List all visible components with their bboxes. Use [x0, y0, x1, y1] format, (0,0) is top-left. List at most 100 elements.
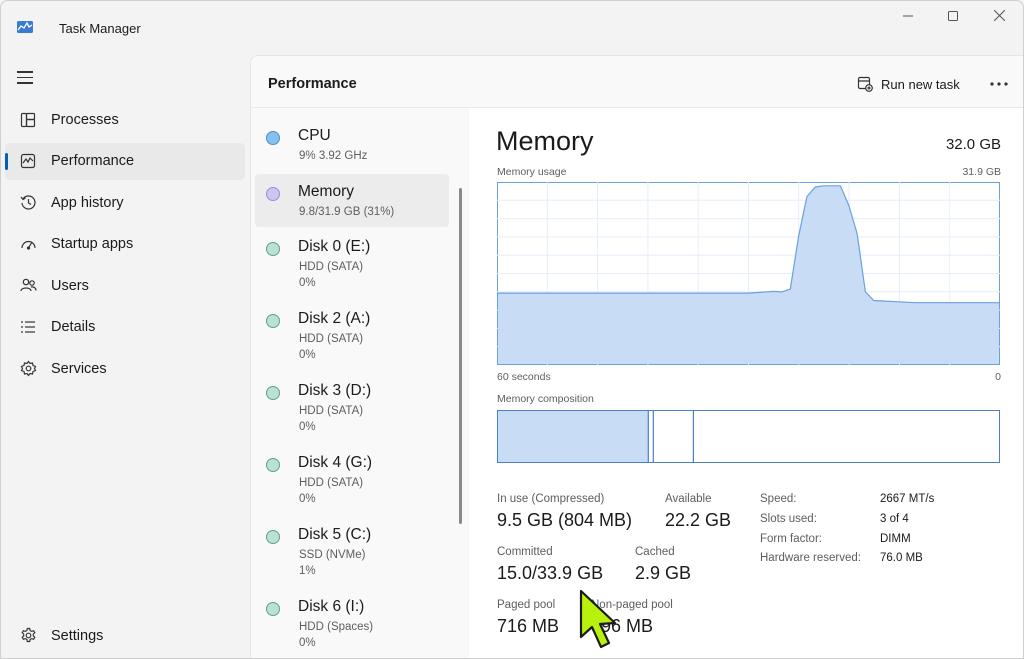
device-usage: 0% — [299, 421, 316, 433]
device-name: Disk 2 (A:) — [298, 310, 371, 327]
device-item-disk-2[interactable]: Disk 2 (A:) HDD (SATA) 0% — [255, 301, 449, 371]
device-detail: HDD (SATA) — [299, 477, 364, 489]
disk-indicator-dot — [266, 530, 280, 544]
sidebar-item-details[interactable]: Details — [5, 309, 245, 346]
available-value: 22.2 GB — [665, 510, 732, 530]
paged-pool-value: 716 MB — [497, 616, 560, 636]
sidebar-item-app-history[interactable]: App history — [5, 184, 245, 221]
minimize-button[interactable] — [885, 1, 931, 33]
memory-total: 32.0 GB — [945, 136, 1001, 153]
more-options-icon — [990, 73, 1008, 91]
sidebar-item-label: Startup apps — [51, 236, 134, 252]
slots-used-label: Slots used: — [760, 513, 817, 525]
non-paged-pool-value: 596 MB — [591, 616, 654, 636]
sidebar-item-services[interactable]: Services — [5, 350, 245, 387]
sidebar-nav: Processes Performance App history Startu… — [5, 101, 245, 392]
run-new-task-icon — [857, 76, 873, 92]
device-item-disk-4[interactable]: Disk 4 (G:) HDD (SATA) 0% — [255, 445, 449, 515]
graph-time-left: 60 seconds — [497, 371, 551, 383]
services-icon — [19, 360, 37, 378]
device-name: Memory — [298, 183, 354, 200]
task-manager-icon — [17, 20, 33, 33]
device-detail: HDD (Spaces) — [299, 621, 374, 633]
task-manager-window: Task Manager Processes Performance App h… — [0, 0, 1024, 659]
disk-indicator-dot — [266, 602, 280, 616]
main-content: Performance Run new task CPU 9% 3.92 GHz — [250, 55, 1023, 658]
paged-pool-label: Paged pool — [497, 599, 556, 611]
form-factor-value: DIMM — [880, 533, 911, 545]
slots-used-value: 3 of 4 — [880, 513, 909, 525]
device-item-disk-6[interactable]: Disk 6 (I:) HDD (Spaces) 0% — [255, 589, 449, 658]
committed-label: Committed — [497, 546, 553, 558]
device-list: CPU 9% 3.92 GHz Memory 9.8/31.9 GB (31%)… — [251, 108, 469, 658]
device-name: Disk 0 (E:) — [298, 238, 371, 255]
disk-indicator-dot — [266, 314, 280, 328]
app-history-icon — [19, 194, 37, 212]
device-item-memory[interactable]: Memory 9.8/31.9 GB (31%) — [255, 174, 449, 227]
graph-time-right: 0 — [995, 371, 1001, 383]
sidebar-item-users[interactable]: Users — [5, 267, 245, 304]
device-name: Disk 3 (D:) — [298, 382, 372, 399]
startup-apps-icon — [19, 235, 37, 253]
settings-label: Settings — [51, 627, 104, 644]
maximize-button[interactable] — [930, 1, 976, 33]
sidebar-item-label: Users — [51, 277, 89, 294]
users-icon — [19, 277, 37, 295]
sidebar-item-processes[interactable]: Processes — [5, 101, 245, 138]
in-use-label: In use (Compressed) — [497, 493, 605, 505]
device-name: CPU — [298, 127, 331, 144]
processes-icon — [19, 111, 37, 129]
memory-heading: Memory — [496, 126, 594, 156]
run-new-task-button[interactable]: Run new task — [857, 73, 960, 95]
run-new-task-label: Run new task — [881, 76, 960, 92]
device-item-disk-5[interactable]: Disk 5 (C:) SSD (NVMe) 1% — [255, 517, 449, 587]
device-detail: HDD (SATA) — [299, 333, 364, 345]
disk-indicator-dot — [266, 242, 280, 256]
more-options-button[interactable] — [987, 70, 1011, 94]
sidebar-item-performance[interactable]: Performance — [5, 142, 245, 180]
maximize-icon — [948, 8, 958, 26]
performance-icon — [19, 152, 37, 170]
window-title: Task Manager — [59, 21, 141, 36]
device-item-disk-3[interactable]: Disk 3 (D:) HDD (SATA) 0% — [255, 373, 449, 443]
device-item-disk-0[interactable]: Disk 0 (E:) HDD (SATA) 0% — [255, 229, 449, 299]
device-usage: 0% — [299, 637, 316, 649]
device-usage: 0% — [299, 349, 316, 361]
non-paged-pool-label: Non-paged pool — [591, 599, 673, 611]
device-name: Disk 4 (G:) — [298, 454, 373, 471]
composition-in-use — [498, 411, 649, 462]
close-button[interactable] — [976, 1, 1022, 33]
sidebar-item-settings[interactable]: Settings — [5, 617, 245, 654]
content-header: Performance Run new task — [251, 56, 1023, 108]
memory-usage-max: 31.9 GB — [962, 166, 1001, 178]
memory-usage-label: Memory usage — [497, 166, 567, 178]
hardware-reserved-value: 76.0 MB — [880, 552, 923, 564]
device-detail: 9% 3.92 GHz — [299, 150, 368, 162]
speed-label: Speed: — [760, 493, 797, 505]
disk-indicator-dot — [266, 386, 280, 400]
sidebar-item-label: Performance — [51, 153, 135, 169]
memory-indicator-dot — [266, 187, 280, 201]
sidebar-item-label: App history — [51, 194, 124, 211]
device-item-cpu[interactable]: CPU 9% 3.92 GHz — [255, 118, 449, 172]
in-use-value: 9.5 GB (804 MB) — [497, 510, 633, 530]
minimize-icon — [903, 8, 913, 26]
disk-indicator-dot — [266, 458, 280, 472]
device-detail: 9.8/31.9 GB (31%) — [299, 206, 395, 218]
settings-gear-icon — [19, 627, 37, 645]
device-list-scrollbar[interactable] — [459, 188, 462, 524]
hardware-reserved-label: Hardware reserved: — [760, 552, 861, 564]
close-icon — [993, 8, 1005, 26]
device-name: Disk 6 (I:) — [298, 598, 365, 615]
device-detail: HDD (SATA) — [299, 261, 364, 273]
sidebar-item-startup-apps[interactable]: Startup apps — [5, 226, 245, 263]
memory-detail-pane: Memory 32.0 GB Memory usage 31.9 GB 60 s… — [469, 108, 1023, 658]
memory-composition-label: Memory composition — [497, 393, 594, 405]
cpu-indicator-dot — [266, 131, 280, 145]
device-usage: 1% — [299, 565, 316, 577]
title-bar: Task Manager — [1, 1, 1023, 55]
cached-value: 2.9 GB — [635, 563, 692, 583]
sidebar-item-label: Details — [51, 319, 96, 335]
available-label: Available — [665, 493, 712, 505]
hamburger-menu-icon[interactable] — [17, 71, 35, 87]
